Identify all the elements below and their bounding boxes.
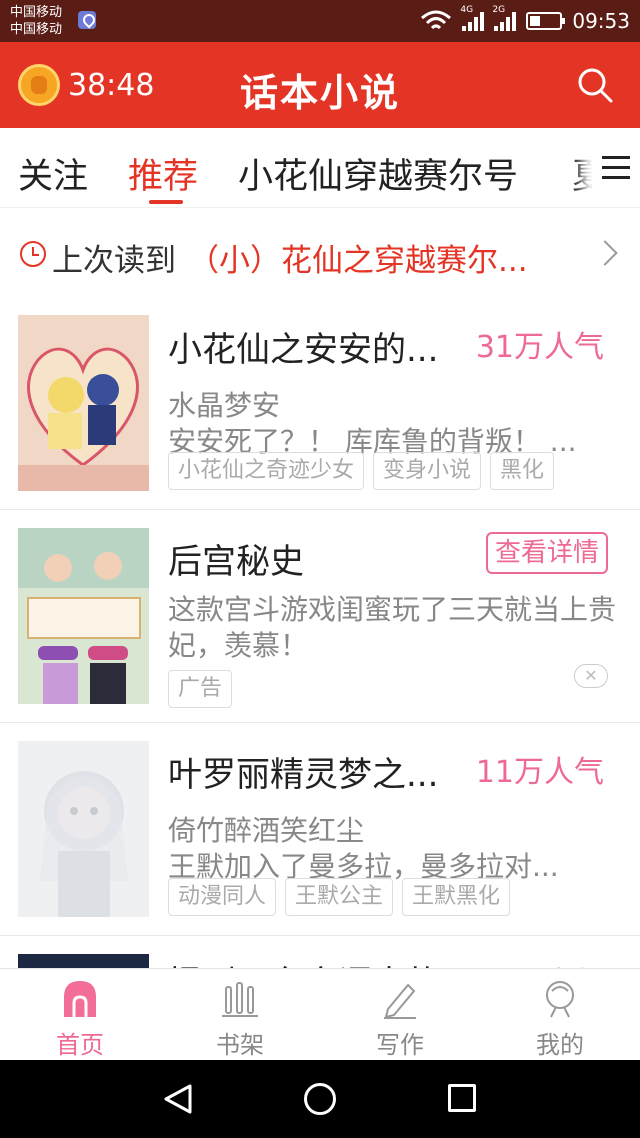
ad-title: 后宫秘史	[168, 542, 304, 582]
profile-icon	[546, 981, 574, 1018]
tab-recommend[interactable]: 推荐	[128, 148, 198, 199]
item-title: 叶罗丽精灵梦之...	[168, 755, 439, 795]
ad-cover-image	[18, 528, 149, 704]
tag[interactable]: 变身小说	[373, 452, 482, 490]
story-list: 小花仙之安安的... 31万人气 水晶梦安 安安死了？！ 库库鲁的背叛！ ...…	[0, 304, 640, 968]
popularity-count: 11万人气	[475, 755, 604, 790]
list-item[interactable]: 叶罗丽精灵梦之... 11万人气 倚竹醉酒笑红尘 王默加入了曼多拉，曼多拉对..…	[0, 723, 640, 936]
bottom-navigation: 首页 书架 写作 我的	[0, 968, 640, 1060]
last-read-title: （小）花仙之穿越赛尔...	[188, 243, 528, 279]
tag[interactable]: 小花仙之奇迹少女	[168, 452, 365, 490]
carrier-1: 中国移动	[10, 5, 63, 20]
tag-list: 小花仙之奇迹少女 变身小说 黑化	[168, 452, 555, 490]
back-icon[interactable]	[162, 1083, 194, 1115]
signal-icon-2: 2G	[492, 5, 517, 31]
last-read-label: 上次读到	[52, 243, 176, 279]
carrier-info: 中国移动 中国移动	[10, 4, 62, 38]
list-item[interactable]: 小花仙之安安的... 31万人气 水晶梦安 安安死了？！ 库库鲁的背叛！ ...…	[0, 304, 640, 510]
battery-icon	[526, 12, 566, 30]
close-icon[interactable]: ✕	[574, 664, 608, 688]
bookshelf-icon	[222, 982, 258, 1017]
category-tabs: 关注 推荐 小花仙穿越赛尔号 夏	[0, 128, 640, 208]
popularity-count: 31万人气	[475, 330, 604, 365]
status-indicators: 4G 2G 09:53	[420, 5, 630, 35]
author-name: 水晶梦安	[168, 389, 281, 422]
cover-image	[18, 954, 149, 968]
tag[interactable]: 王默公主	[285, 878, 394, 916]
author-name: 倚竹醉酒笑红尘	[168, 814, 365, 847]
nav-profile[interactable]: 我的	[480, 969, 640, 1061]
clock-icon	[20, 241, 46, 267]
tag[interactable]: 动漫同人	[168, 878, 277, 916]
cover-image	[18, 315, 149, 491]
app-header: 38:48 话本小说	[0, 42, 640, 128]
tag[interactable]: 黑化	[490, 452, 555, 490]
view-details-button[interactable]: 查看详情	[485, 532, 608, 574]
signal-icon-1: 4G	[460, 5, 485, 31]
status-bar: 中国移动 中国移动 4G 2G 09:53	[0, 0, 640, 42]
nav-label: 首页	[56, 1031, 104, 1059]
ad-description: 这款宫斗游戏闺蜜玩了三天就当上贵妃，羡慕！	[168, 593, 617, 662]
item-title: 慢到！东方语大的	[168, 956, 448, 968]
nav-label: 我的	[536, 1031, 584, 1059]
nav-label: 书架	[216, 1031, 264, 1059]
home-button-icon[interactable]	[304, 1083, 336, 1115]
search-icon[interactable]	[576, 66, 614, 104]
network-type-2: 2G	[492, 5, 506, 15]
wifi-icon	[421, 10, 452, 30]
active-tab-indicator	[149, 200, 183, 204]
pen-icon	[384, 983, 416, 1019]
system-navigation-bar	[0, 1060, 640, 1138]
item-title: 小花仙之安安的...	[168, 330, 439, 370]
home-icon	[64, 981, 96, 1017]
nav-home[interactable]: 首页	[0, 969, 160, 1061]
app-title: 话本小说	[239, 71, 400, 115]
tab-follow[interactable]: 关注	[18, 148, 88, 199]
nav-label: 写作	[376, 1031, 424, 1059]
ad-label: 广告	[168, 670, 233, 708]
menu-icon[interactable]	[592, 138, 640, 198]
tab-xiaohuaxian-seer[interactable]: 小花仙穿越赛尔号	[238, 148, 518, 199]
cover-image	[18, 741, 149, 917]
location-icon	[78, 11, 96, 29]
chevron-right-icon	[592, 240, 618, 266]
nav-bookshelf[interactable]: 书架	[160, 969, 320, 1061]
ad-tag-list: 广告	[168, 670, 233, 708]
network-type-1: 4G	[460, 5, 474, 15]
last-read-banner[interactable]: 上次读到 （小）花仙之穿越赛尔...	[0, 208, 640, 304]
tag-list: 动漫同人 王默公主 王默黑化	[168, 878, 511, 916]
list-item[interactable]: 慢到！东方语大的 1万人气	[0, 936, 640, 968]
popularity-count: 1万人气	[495, 958, 604, 968]
status-time: 09:53	[572, 9, 630, 33]
tag[interactable]: 王默黑化	[402, 878, 511, 916]
nav-write[interactable]: 写作	[320, 969, 480, 1061]
carrier-2: 中国移动	[10, 22, 63, 37]
ad-item[interactable]: 后宫秘史 查看详情 这款宫斗游戏闺蜜玩了三天就当上贵妃，羡慕！ 广告 ✕	[0, 510, 640, 723]
recent-apps-icon[interactable]	[448, 1084, 476, 1112]
